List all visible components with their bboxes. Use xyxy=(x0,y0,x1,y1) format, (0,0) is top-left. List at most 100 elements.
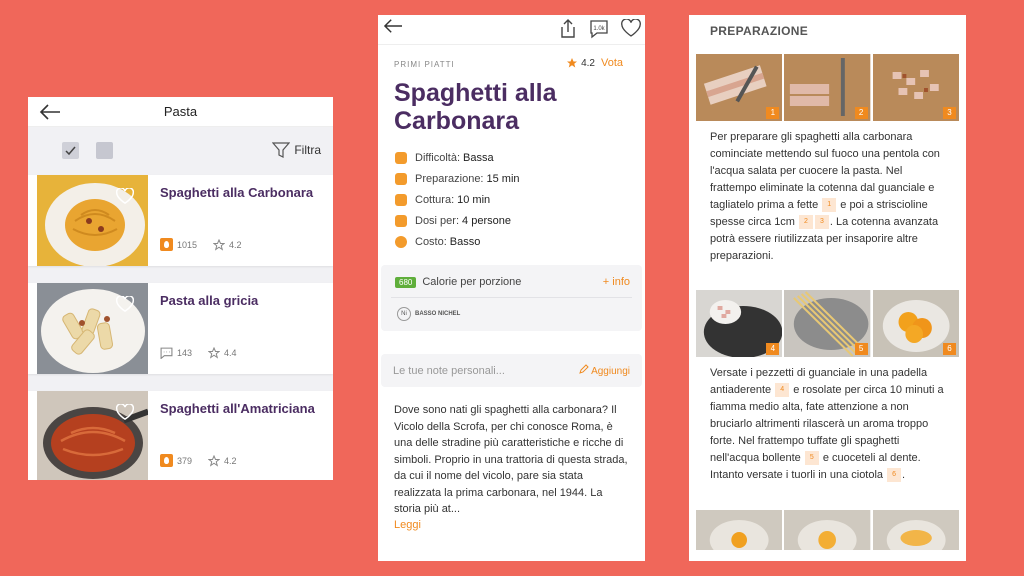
recipe-title: Spaghetti alla Carbonara xyxy=(394,79,557,135)
list-header: Pasta xyxy=(28,97,333,127)
recipe-detail-screen: 1.0k PRIMI PIATTI 4.2 Vota Spaghetti all… xyxy=(378,15,645,561)
step-number: 4 xyxy=(766,343,780,355)
step-photos-row: 4 5 6 xyxy=(696,290,959,357)
fact-difficulty: Difficoltà: Bassa xyxy=(395,147,520,168)
step-number: 6 xyxy=(942,343,956,355)
filter-button[interactable]: Filtra xyxy=(272,141,321,159)
recipe-rating: 4.2 xyxy=(224,455,237,466)
nichel-badge: Ni BASSO NICHEL xyxy=(397,307,460,321)
step-ref[interactable]: 1 xyxy=(822,198,837,213)
step-ref[interactable]: 4 xyxy=(775,383,790,398)
step-photo[interactable]: 6 xyxy=(872,290,959,357)
heart-icon[interactable] xyxy=(116,188,134,204)
add-note-button[interactable]: Aggiungi xyxy=(579,364,630,377)
step-photo[interactable]: 2 xyxy=(784,54,871,121)
recipe-image xyxy=(37,175,148,266)
vote-link[interactable]: Vota xyxy=(601,57,623,69)
knife-icon xyxy=(395,172,407,185)
star-outline-icon xyxy=(208,347,221,359)
step-number: 1 xyxy=(766,107,780,119)
more-info-link[interactable]: + info xyxy=(603,276,630,288)
step-photos-row: 1 2 3 xyxy=(696,54,959,121)
comment-icon xyxy=(160,347,173,359)
bowl-icon xyxy=(395,214,407,227)
heart-icon[interactable] xyxy=(116,404,134,420)
personal-notes-field[interactable]: Le tue note personali... Aggiungi xyxy=(381,354,642,387)
calories-label: Calorie per porzione xyxy=(422,276,522,288)
step-photo[interactable]: 3 xyxy=(872,54,959,121)
flame-icon xyxy=(160,238,173,251)
chef-hat-icon xyxy=(395,151,407,164)
check-icon xyxy=(65,146,76,156)
step-photo[interactable]: 5 xyxy=(784,290,871,357)
star-outline-icon xyxy=(208,454,221,467)
step-ref[interactable]: 5 xyxy=(804,451,819,466)
preparation-screen: PREPARAZIONE 1 2 3 Per preparare gli spa… xyxy=(689,15,966,561)
pencil-icon xyxy=(579,364,589,374)
recipe-image xyxy=(37,391,148,480)
recipe-name: Pasta alla gricia xyxy=(160,293,259,308)
coin-icon xyxy=(395,235,407,248)
read-more-link[interactable]: Leggi xyxy=(394,519,421,531)
recipe-card[interactable]: Spaghetti all'Amatriciana 379 4.2 xyxy=(28,391,333,480)
recipe-rating: 4.4 xyxy=(224,348,237,358)
notes-placeholder: Le tue note personali... xyxy=(393,364,505,377)
detail-header: 1.0k xyxy=(378,15,645,45)
comments-count: 1.0k xyxy=(593,26,605,32)
rating-value: 4.2 xyxy=(581,57,595,69)
step-photo[interactable]: 1 xyxy=(696,54,783,121)
recipe-meta: 143 4.4 xyxy=(160,347,237,359)
filter-label: Filtra xyxy=(294,143,321,157)
comments-icon[interactable]: 1.0k xyxy=(589,19,609,39)
recipe-count: 143 xyxy=(177,348,193,358)
heart-icon[interactable] xyxy=(116,296,134,312)
step-text: Per preparare gli spaghetti alla carbona… xyxy=(710,131,940,262)
nichel-label: BASSO NICHEL xyxy=(415,311,461,317)
recipe-name: Spaghetti alla Carbonara xyxy=(160,185,314,200)
star-outline-icon xyxy=(213,238,226,251)
recipe-cards: Spaghetti alla Carbonara 1015 4.2 Pasta … xyxy=(28,175,333,480)
step-photo[interactable]: 4 xyxy=(696,290,783,357)
step-photo[interactable] xyxy=(872,510,959,550)
recipe-count: 1015 xyxy=(177,239,198,250)
step-photos-row xyxy=(696,510,959,550)
recipe-card[interactable]: Pasta alla gricia 143 4.4 xyxy=(28,283,333,374)
fact-cost: Costo: Basso xyxy=(395,231,520,252)
fact-preparation: Preparazione: 15 min xyxy=(395,168,520,189)
step-text: Versate i pezzetti di guanciale in una p… xyxy=(710,367,944,483)
star-filled-icon xyxy=(567,58,578,68)
funnel-icon xyxy=(272,142,291,158)
calories-box: 680 Calorie per porzione + info Ni BASSO… xyxy=(381,265,642,331)
fact-cooking: Cottura: 10 min xyxy=(395,189,520,210)
heart-icon[interactable] xyxy=(621,19,641,37)
step-number: 2 xyxy=(854,107,868,119)
share-icon[interactable] xyxy=(559,19,577,39)
recipe-meta: 1015 4.2 xyxy=(160,238,242,251)
list-view-toggle[interactable] xyxy=(62,142,79,159)
recipe-rating: 4.2 xyxy=(229,239,242,250)
step-ref[interactable]: 2 xyxy=(799,215,813,230)
flame-icon xyxy=(160,454,173,467)
step-photo[interactable] xyxy=(696,510,783,550)
recipe-category: PRIMI PIATTI xyxy=(394,60,455,69)
nichel-icon: Ni xyxy=(397,307,411,321)
recipe-name: Spaghetti all'Amatriciana xyxy=(160,401,315,416)
step-ref[interactable]: 3 xyxy=(814,215,829,230)
grid-view-toggle[interactable] xyxy=(96,142,113,159)
fact-servings: Dosi per: 4 persone xyxy=(395,210,520,231)
recipe-image xyxy=(37,283,148,374)
recipe-card[interactable]: Spaghetti alla Carbonara 1015 4.2 xyxy=(28,175,333,266)
recipe-intro: Dove sono nati gli spaghetti alla carbon… xyxy=(394,404,628,515)
page-title: Pasta xyxy=(163,104,198,119)
back-arrow-icon[interactable] xyxy=(382,17,404,35)
filter-bar: Filtra xyxy=(28,127,333,175)
calories-value: 680 xyxy=(395,276,417,288)
step-photo[interactable] xyxy=(784,510,871,550)
step-number: 5 xyxy=(854,343,868,355)
recipe-meta: 379 4.2 xyxy=(160,454,237,467)
step-ref[interactable]: 6 xyxy=(887,468,902,483)
step-number: 3 xyxy=(942,107,956,119)
recipe-list-screen: Pasta Filtra Spaghetti alla Carbonara 10… xyxy=(28,97,333,480)
pot-icon xyxy=(395,193,407,206)
section-title: PREPARAZIONE xyxy=(710,24,809,38)
